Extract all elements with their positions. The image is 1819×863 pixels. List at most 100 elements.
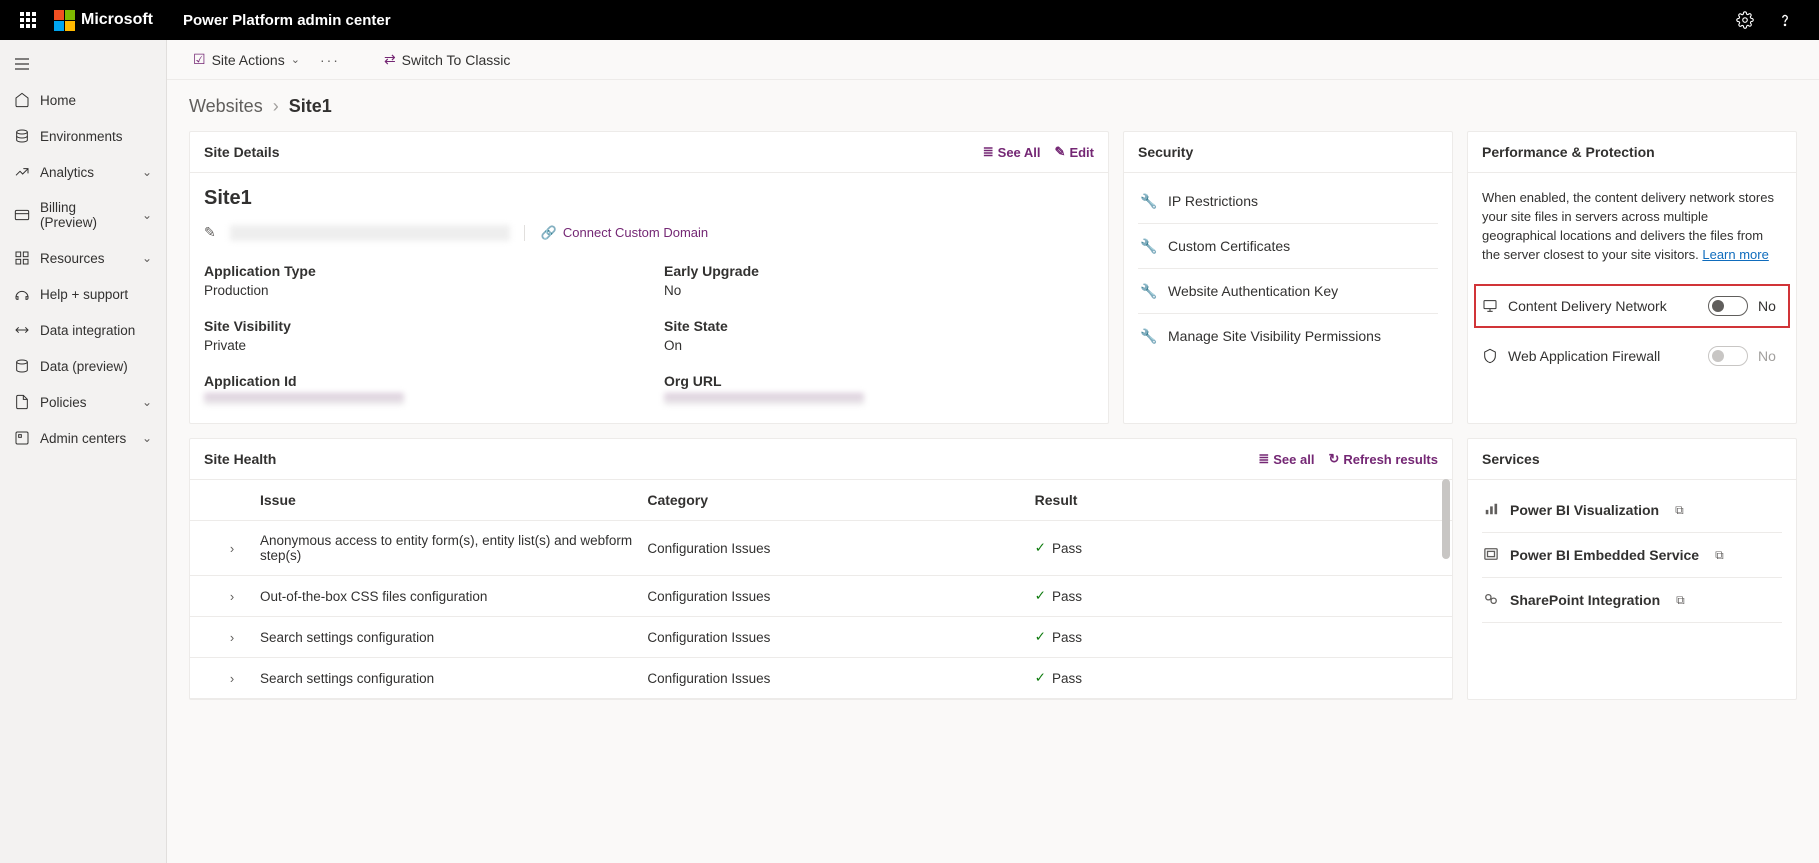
connect-custom-domain-button[interactable]: 🔗 Connect Custom Domain	[524, 225, 708, 241]
col-result: Result	[1035, 492, 1422, 508]
see-all-button[interactable]: ≣ See All	[983, 144, 1041, 160]
category-cell: Configuration Issues	[647, 630, 1034, 645]
ellipsis-icon: ···	[320, 52, 340, 68]
chevron-down-icon: ⌄	[142, 208, 152, 222]
sidebar-item-environments[interactable]: Environments	[0, 118, 166, 154]
sidebar-item-label: Analytics	[40, 165, 94, 180]
org-url-label: Org URL	[664, 373, 1094, 389]
col-issue: Issue	[260, 492, 647, 508]
early-upgrade-label: Early Upgrade	[664, 263, 1094, 279]
breadcrumb: Websites › Site1	[167, 80, 1819, 131]
table-row: › Anonymous access to entity form(s), en…	[190, 521, 1452, 576]
checkmark-icon: ✓	[1035, 670, 1046, 686]
card-title: Security	[1138, 144, 1193, 160]
sidebar-item-label: Data integration	[40, 323, 135, 338]
service-item-powerbi-embedded[interactable]: Power BI Embedded Service ⧉	[1482, 533, 1782, 578]
sidebar-item-billing[interactable]: Billing (Preview) ⌄	[0, 190, 166, 240]
scrollbar-thumb[interactable]	[1442, 479, 1450, 559]
external-link-icon: ⧉	[1676, 593, 1685, 608]
cdn-toggle[interactable]	[1708, 296, 1748, 316]
breadcrumb-parent[interactable]: Websites	[189, 96, 263, 117]
pencil-icon: ✎	[1055, 144, 1066, 160]
sidebar-item-label: Home	[40, 93, 76, 108]
billing-icon	[14, 207, 30, 223]
top-header: Microsoft Power Platform admin center	[0, 0, 1819, 40]
expand-row-button[interactable]: ›	[204, 671, 260, 686]
help-button[interactable]	[1769, 4, 1801, 36]
main-content: ☑ Site Actions ⌄ ··· ⇄ Switch To Classic…	[167, 40, 1819, 863]
service-item-powerbi-viz[interactable]: Power BI Visualization ⧉	[1482, 488, 1782, 533]
card-title: Site Health	[204, 451, 276, 467]
sidebar-item-help-support[interactable]: Help + support	[0, 276, 166, 312]
early-upgrade-value: No	[664, 283, 1094, 298]
admin-centers-icon	[14, 430, 30, 446]
expand-row-button[interactable]: ›	[204, 541, 260, 556]
wrench-icon: 🔧	[1140, 193, 1156, 209]
site-visibility-label: Site Visibility	[204, 318, 634, 334]
nav-collapse-button[interactable]	[0, 46, 166, 82]
waf-label: Web Application Firewall	[1508, 348, 1698, 364]
checkmark-icon: ✓	[1035, 588, 1046, 604]
security-item-ip-restrictions[interactable]: 🔧 IP Restrictions	[1138, 179, 1438, 224]
expand-row-button[interactable]: ›	[204, 630, 260, 645]
sidebar-item-resources[interactable]: Resources ⌄	[0, 240, 166, 276]
security-item-visibility-permissions[interactable]: 🔧 Manage Site Visibility Permissions	[1138, 314, 1438, 358]
microsoft-logo: Microsoft	[54, 10, 153, 31]
edit-button[interactable]: ✎ Edit	[1055, 144, 1094, 160]
app-launcher-button[interactable]	[8, 0, 48, 40]
security-item-custom-certificates[interactable]: 🔧 Custom Certificates	[1138, 224, 1438, 269]
result-cell: ✓Pass	[1035, 588, 1422, 604]
card-title: Services	[1482, 451, 1540, 467]
service-item-sharepoint[interactable]: SharePoint Integration ⧉	[1482, 578, 1782, 623]
refresh-icon: ↻	[1328, 451, 1339, 467]
health-see-all-button[interactable]: ≣ See all	[1258, 451, 1314, 467]
application-id-label: Application Id	[204, 373, 634, 389]
expand-row-button[interactable]: ›	[204, 589, 260, 604]
sidebar-item-analytics[interactable]: Analytics ⌄	[0, 154, 166, 190]
sidebar-item-policies[interactable]: Policies ⌄	[0, 384, 166, 420]
data-preview-icon	[14, 358, 30, 374]
security-item-auth-key[interactable]: 🔧 Website Authentication Key	[1138, 269, 1438, 314]
site-actions-button[interactable]: ☑ Site Actions ⌄	[185, 45, 308, 74]
external-link-icon: ⧉	[1675, 503, 1684, 518]
edit-url-button[interactable]: ✎	[204, 224, 216, 241]
breadcrumb-current: Site1	[289, 96, 332, 117]
sidebar-item-label: Resources	[40, 251, 105, 266]
site-health-card: Site Health ≣ See all ↻ Refresh results	[189, 438, 1453, 700]
waf-toggle[interactable]	[1708, 346, 1748, 366]
site-visibility-value: Private	[204, 338, 634, 353]
analytics-icon	[14, 164, 30, 180]
sidebar-item-home[interactable]: Home	[0, 82, 166, 118]
more-actions-button[interactable]: ···	[312, 46, 348, 74]
sidebar-item-data-integration[interactable]: Data integration	[0, 312, 166, 348]
chevron-down-icon: ⌄	[142, 395, 152, 409]
switch-classic-label: Switch To Classic	[402, 52, 511, 68]
issue-cell: Search settings configuration	[260, 671, 647, 686]
app-title: Power Platform admin center	[183, 12, 391, 29]
application-type-label: Application Type	[204, 263, 634, 279]
switch-to-classic-button[interactable]: ⇄ Switch To Classic	[376, 45, 518, 74]
sidebar-item-data-preview[interactable]: Data (preview)	[0, 348, 166, 384]
learn-more-link[interactable]: Learn more	[1702, 247, 1768, 262]
cdn-icon	[1482, 298, 1498, 314]
waf-row: Web Application Firewall No	[1482, 334, 1782, 378]
health-table-header: Issue Category Result	[190, 480, 1452, 521]
help-icon	[1776, 11, 1794, 29]
col-category: Category	[647, 492, 1034, 508]
resources-icon	[14, 250, 30, 266]
waf-icon	[1482, 348, 1498, 364]
application-id-redacted	[204, 393, 404, 405]
refresh-results-button[interactable]: ↻ Refresh results	[1328, 451, 1438, 467]
hamburger-icon	[14, 56, 30, 72]
sidebar-item-label: Help + support	[40, 287, 128, 302]
data-integration-icon	[14, 322, 30, 338]
chevron-down-icon: ⌄	[142, 431, 152, 445]
category-cell: Configuration Issues	[647, 589, 1034, 604]
checkbox-icon: ☑	[193, 51, 206, 68]
sidebar-item-admin-centers[interactable]: Admin centers ⌄	[0, 420, 166, 456]
external-link-icon: ⧉	[1715, 548, 1724, 563]
policies-icon	[14, 394, 30, 410]
settings-button[interactable]	[1729, 4, 1761, 36]
result-cell: ✓Pass	[1035, 670, 1422, 686]
result-cell: ✓Pass	[1035, 629, 1422, 645]
